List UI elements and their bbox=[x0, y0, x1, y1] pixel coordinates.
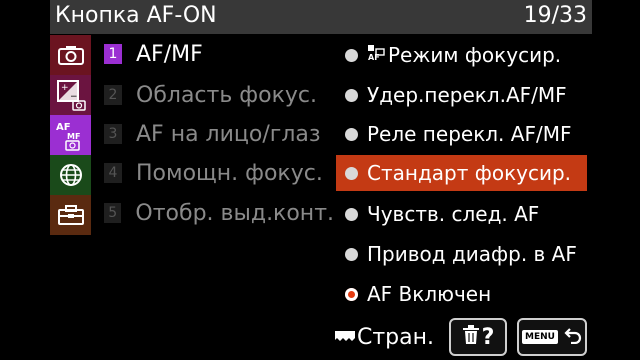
camera-icon bbox=[57, 46, 84, 65]
focus-mode-icon: AF bbox=[367, 44, 385, 66]
globe-icon bbox=[59, 164, 82, 186]
return-arrow-icon bbox=[564, 326, 582, 348]
option-label: AF Включен bbox=[367, 282, 492, 306]
menu-item-number: 3 bbox=[104, 124, 122, 144]
radio-button bbox=[345, 88, 358, 102]
option-focus-mode[interactable]: AF Режим фокусир. bbox=[336, 37, 587, 73]
radio-button bbox=[345, 247, 358, 261]
menu-item-label: Помощн. фокус. bbox=[136, 160, 323, 186]
option-af-track-sensitivity[interactable]: Чувств. след. AF bbox=[336, 196, 587, 232]
radio-button bbox=[345, 48, 358, 62]
menu-item-focus-area[interactable]: 2 Область фокус. bbox=[104, 79, 334, 111]
menu-item-label: Отобр. выд.конт. bbox=[135, 200, 334, 226]
menu-item-number: 2 bbox=[104, 85, 122, 105]
option-label: Привод диафр. в AF bbox=[367, 242, 577, 266]
radio-button-selected bbox=[345, 287, 358, 301]
menu-item-number: 1 bbox=[104, 44, 122, 64]
option-aperture-drive-af[interactable]: Привод диафр. в AF bbox=[336, 236, 587, 272]
trash-icon bbox=[462, 325, 480, 349]
option-label: Чувств. след. AF bbox=[367, 202, 540, 226]
help-symbol: ? bbox=[481, 324, 495, 350]
menu-item-label: Область фокус. bbox=[136, 82, 317, 108]
radio-button bbox=[345, 207, 358, 221]
exposure-camera-icon: + − bbox=[56, 80, 86, 111]
menu-item-number: 4 bbox=[104, 163, 122, 183]
page-title: Кнопка AF-ON bbox=[55, 3, 217, 28]
tab-setup[interactable] bbox=[50, 195, 91, 235]
menu-item-peaking-display[interactable]: 5 Отобр. выд.конт. bbox=[104, 197, 334, 229]
menu-chip: MENU bbox=[522, 330, 558, 344]
option-label: Режим фокусир. bbox=[388, 43, 562, 67]
svg-text:+: + bbox=[61, 83, 69, 93]
pages-dial-icon bbox=[334, 328, 356, 347]
option-af-mf-toggle[interactable]: Реле перекл. AF/MF bbox=[336, 116, 587, 152]
option-label: Реле перекл. AF/MF bbox=[367, 122, 572, 146]
radio-button bbox=[345, 166, 358, 180]
back-button[interactable]: MENU bbox=[517, 318, 587, 356]
toolbox-icon bbox=[57, 205, 84, 225]
svg-text:MF: MF bbox=[67, 132, 80, 141]
tab-network[interactable] bbox=[50, 155, 91, 195]
option-label: Стандарт фокусир. bbox=[367, 161, 572, 185]
pages-label: Стран. bbox=[357, 325, 434, 350]
tab-shooting[interactable] bbox=[50, 35, 91, 75]
page-counter: 19/33 bbox=[523, 3, 587, 28]
menu-item-face-eye-af[interactable]: 3 AF на лицо/глаз bbox=[104, 118, 334, 150]
radio-button bbox=[345, 127, 358, 141]
tab-exposure[interactable]: + − bbox=[50, 75, 91, 115]
menu-item-number: 5 bbox=[104, 203, 122, 223]
option-focus-standard[interactable]: Стандарт фокусир. bbox=[336, 155, 587, 191]
menu-item-label: AF/MF bbox=[136, 41, 203, 67]
af-mf-camera-icon: AF MF bbox=[56, 122, 80, 151]
tab-af-mf[interactable]: AF MF bbox=[50, 115, 91, 155]
menu-item-af-mf[interactable]: 1 AF/MF bbox=[104, 38, 334, 70]
title-bar: Кнопка AF-ON 19/33 bbox=[50, 0, 592, 34]
option-af-on[interactable]: AF Включен bbox=[336, 276, 587, 312]
option-af-mf-hold[interactable]: Удер.перекл.AF/MF bbox=[336, 77, 587, 113]
menu-item-focus-assist[interactable]: 4 Помощн. фокус. bbox=[104, 157, 334, 189]
option-label: Удер.перекл.AF/MF bbox=[367, 83, 567, 107]
menu-item-label: AF на лицо/глаз bbox=[136, 121, 321, 147]
help-button[interactable]: ? bbox=[449, 318, 507, 356]
